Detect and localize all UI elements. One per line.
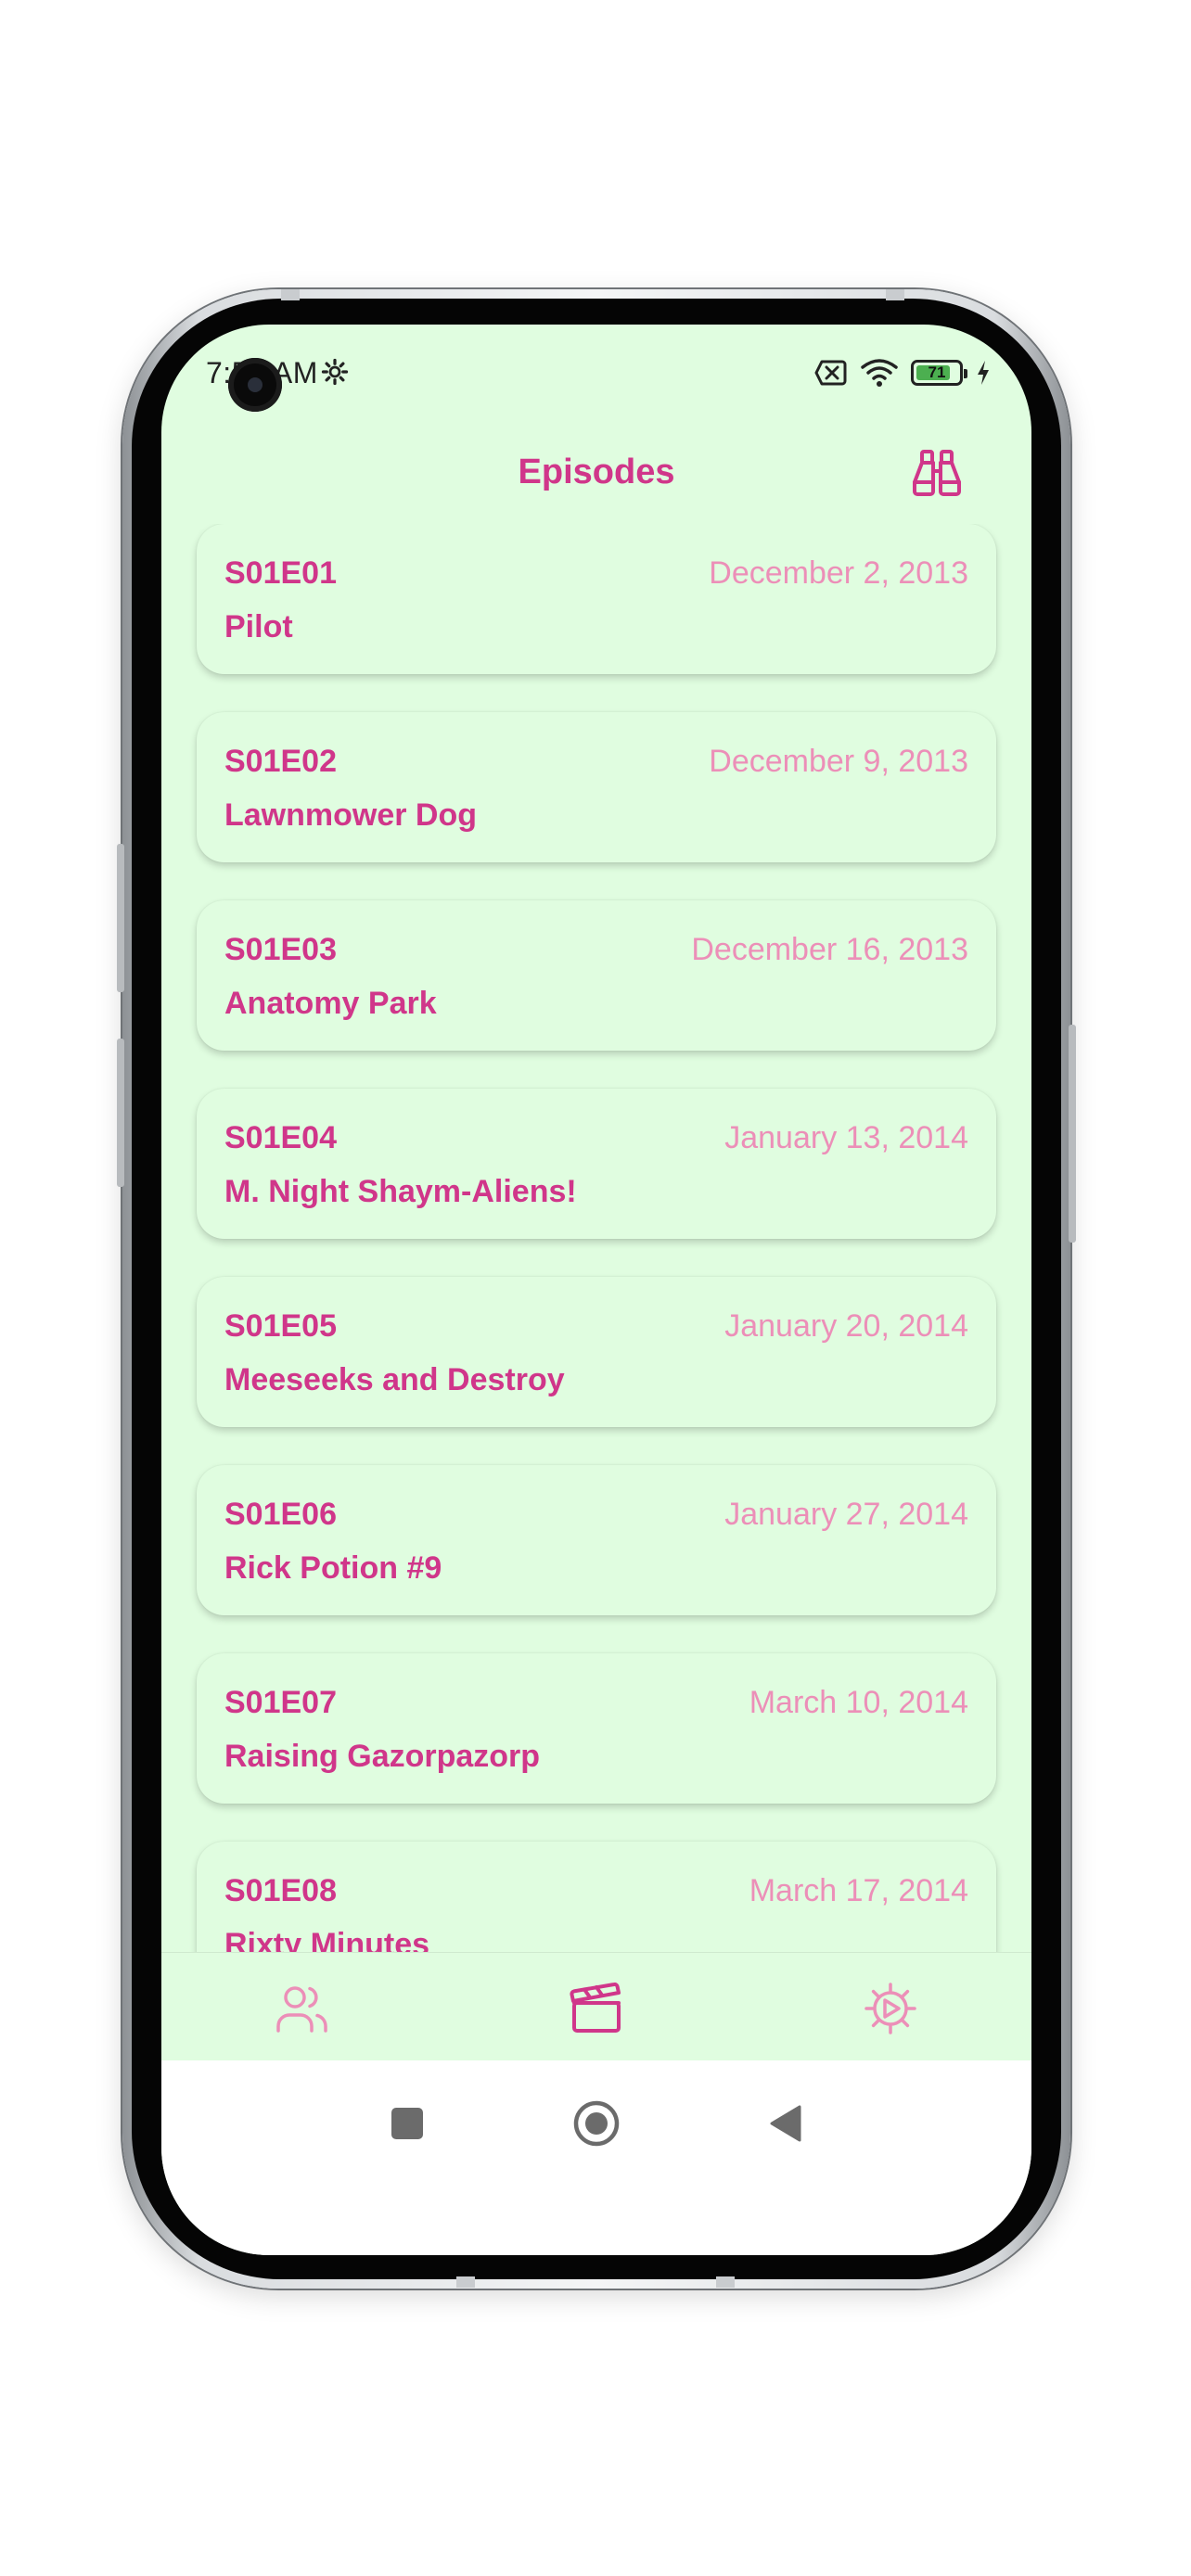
settings-icon <box>864 1983 916 2034</box>
home-circle-icon <box>573 2100 620 2147</box>
episode-card[interactable]: S01E06 January 27, 2014 Rick Potion #9 <box>197 1465 996 1615</box>
nav-settings[interactable] <box>853 1971 928 2046</box>
battery-icon: 71 <box>911 360 967 386</box>
status-icons: 71 <box>814 356 991 389</box>
episode-title: Rixty Minutes <box>224 1927 430 1952</box>
episode-air-date: March 10, 2014 <box>749 1685 968 1720</box>
episode-code: S01E05 <box>224 1308 337 1344</box>
episode-code: S01E07 <box>224 1685 337 1720</box>
users-icon <box>276 1986 327 2033</box>
episode-card[interactable]: S01E04 January 13, 2014 M. Night Shaym-A… <box>197 1089 996 1239</box>
episode-title: Lawnmower Dog <box>224 797 478 833</box>
status-bar: 7:51 AM <box>161 325 1031 427</box>
search-button[interactable] <box>907 443 967 503</box>
episode-card[interactable]: S01E08 March 17, 2014 Rixty Minutes <box>197 1842 996 1952</box>
battery-nub <box>964 369 967 378</box>
episode-air-date: December 2, 2013 <box>709 555 968 591</box>
episode-code: S01E02 <box>224 744 337 779</box>
clapperboard-icon <box>570 1983 621 2033</box>
antenna-line <box>886 289 904 300</box>
gear-icon <box>321 358 349 386</box>
episode-title: Pilot <box>224 609 293 644</box>
episode-title: Anatomy Park <box>224 986 437 1021</box>
square-icon <box>391 2108 423 2139</box>
volume-button <box>117 1039 124 1187</box>
episode-code: S01E08 <box>224 1873 337 1908</box>
antenna-line <box>281 289 300 300</box>
app-header: Episodes <box>161 427 1031 519</box>
episode-title: Raising Gazorpazorp <box>224 1739 541 1774</box>
nav-episodes[interactable] <box>559 1971 634 2046</box>
episode-card[interactable]: S01E05 January 20, 2014 Meeseeks and Des… <box>197 1277 996 1427</box>
episode-code: S01E04 <box>224 1120 337 1155</box>
front-camera <box>228 358 282 412</box>
episode-card[interactable]: S01E03 December 16, 2013 Anatomy Park <box>197 900 996 1051</box>
episode-card[interactable]: S01E01 December 2, 2013 Pilot <box>197 524 996 674</box>
charging-icon <box>978 361 989 385</box>
episode-air-date: December 16, 2013 <box>691 932 968 967</box>
wifi-icon <box>861 359 898 387</box>
episode-card[interactable]: S01E07 March 10, 2014 Raising Gazorpazor… <box>197 1653 996 1804</box>
back-triangle-icon <box>770 2105 801 2142</box>
nav-characters[interactable] <box>265 1971 339 2046</box>
home-button[interactable] <box>569 2096 624 2151</box>
episode-title: M. Night Shaym-Aliens! <box>224 1174 577 1209</box>
episode-air-date: January 20, 2014 <box>724 1308 968 1344</box>
episode-title: Rick Potion #9 <box>224 1550 442 1586</box>
recents-button[interactable] <box>379 2096 435 2151</box>
no-sim-icon <box>814 360 847 386</box>
power-button <box>1069 1025 1076 1243</box>
episode-code: S01E03 <box>224 932 337 967</box>
episode-title: Meeseeks and Destroy <box>224 1362 565 1397</box>
antenna-line <box>456 2276 475 2288</box>
page-title: Episodes <box>518 453 675 491</box>
episode-air-date: January 27, 2014 <box>724 1497 968 1532</box>
volume-button <box>117 844 124 992</box>
episode-code: S01E01 <box>224 555 337 591</box>
bottom-navigation <box>161 1952 1031 2061</box>
episode-code: S01E06 <box>224 1497 337 1532</box>
episode-air-date: March 17, 2014 <box>749 1873 968 1908</box>
system-navigation-bar <box>161 2060 1031 2255</box>
app-screen: 7:51 AM <box>161 325 1031 2255</box>
episode-air-date: January 13, 2014 <box>724 1120 968 1155</box>
antenna-line <box>716 2276 735 2288</box>
episode-air-date: December 9, 2013 <box>709 744 968 779</box>
back-button[interactable] <box>757 2096 813 2151</box>
episode-card[interactable]: S01E02 December 9, 2013 Lawnmower Dog <box>197 712 996 862</box>
episode-list[interactable]: S01E01 December 2, 2013 Pilot S01E02 Dec… <box>161 524 1031 1952</box>
binoculars-icon <box>913 450 961 496</box>
battery-level: 71 <box>928 363 946 381</box>
